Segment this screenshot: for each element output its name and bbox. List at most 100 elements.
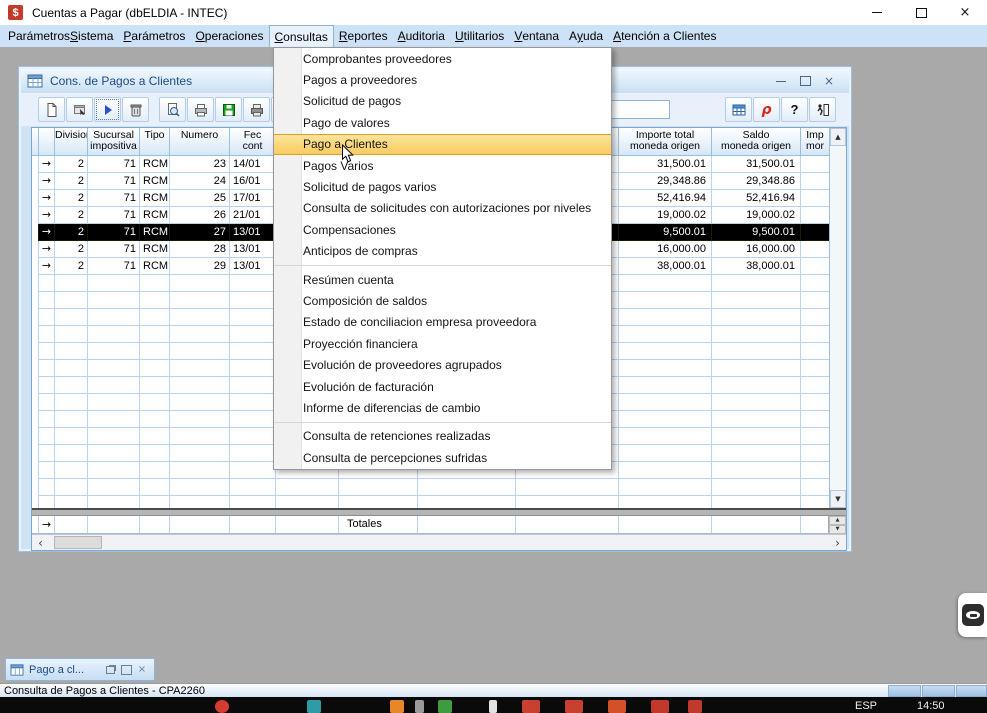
column-header-importe-total[interactable]: Importe total moneda origen xyxy=(619,128,712,155)
menu-item-resumen-cuenta[interactable]: Resúmen cuenta xyxy=(274,269,611,290)
grid-cell xyxy=(712,411,801,428)
scroll-left-icon[interactable]: ‹ xyxy=(32,535,49,550)
grid-empty-row[interactable] xyxy=(32,479,846,496)
menu-item-comprobantes-proveedores[interactable]: Comprobantes proveedores xyxy=(274,48,611,69)
taskbar-app-icon[interactable] xyxy=(489,700,497,713)
teamviewer-tab[interactable] xyxy=(958,593,987,637)
grid-empty-row[interactable] xyxy=(32,496,846,508)
horizontal-scroll-thumb[interactable] xyxy=(54,536,102,549)
taskbar-app-icon[interactable] xyxy=(307,700,321,713)
menu-parametros-sistema[interactable]: Parámetros Sistema xyxy=(3,25,118,47)
minimized-window[interactable]: Pago a cl... × xyxy=(5,658,155,681)
menu-item-pagos-varios[interactable]: Pagos Varios xyxy=(274,155,611,176)
column-header-tipo[interactable]: Tipo xyxy=(140,128,170,155)
menu-atencion-a-clientes[interactable]: Atención a Clientes xyxy=(608,25,721,47)
child-maximize-button[interactable] xyxy=(793,76,817,86)
column-header-division[interactable]: Division xyxy=(55,128,88,155)
save-button[interactable] xyxy=(215,97,242,122)
menu-item-consulta-de-solicitudes-con-autorizaciones-por-niveles[interactable]: Consulta de solicitudes con autorizacion… xyxy=(274,198,611,219)
menu-item-pago-a-clientes[interactable]: Pago a Clientes xyxy=(274,134,611,155)
modify-button[interactable] xyxy=(66,97,93,122)
menu-ayuda[interactable]: Ayuda xyxy=(564,25,608,47)
grid-cell xyxy=(619,360,712,377)
taskbar-app-icon[interactable] xyxy=(565,700,583,713)
menu-operaciones[interactable]: Operaciones xyxy=(190,25,268,47)
menu-item-solicitud-de-pagos[interactable]: Solicitud de pagos xyxy=(274,91,611,112)
help-button[interactable]: ? xyxy=(781,97,808,122)
minimized-close-button[interactable]: × xyxy=(134,662,150,678)
column-header-fecha[interactable]: Fec cont xyxy=(230,128,276,155)
menu-item-compensaciones[interactable]: Compensaciones xyxy=(274,219,611,240)
menu-item-solicitud-de-pagos-varios[interactable]: Solicitud de pagos varios xyxy=(274,176,611,197)
spinner-down-icon[interactable]: ▼ xyxy=(829,525,846,534)
taskbar-app-icon[interactable] xyxy=(688,700,702,713)
print-button[interactable] xyxy=(187,97,214,122)
grid-cell xyxy=(712,275,801,292)
menu-item-pago-de-valores[interactable]: Pago de valores xyxy=(274,112,611,133)
language-indicator[interactable]: ESP xyxy=(855,700,877,712)
column-header-marker[interactable] xyxy=(38,128,55,155)
spinner-up-icon[interactable]: ▲ xyxy=(829,516,846,525)
menu-item-evolucion-de-facturacion[interactable]: Evolución de facturación xyxy=(274,376,611,397)
taskbar-app-icon[interactable] xyxy=(651,700,669,713)
menu-item-pagos-a-proveedores[interactable]: Pagos a proveedores xyxy=(274,69,611,90)
grid-cell xyxy=(801,326,830,343)
menu-item-consulta-de-percepciones-sufridas[interactable]: Consulta de percepciones sufridas xyxy=(274,447,611,468)
menu-item-proyeccion-financiera[interactable]: Proyección financiera xyxy=(274,333,611,354)
menu-item-label: Informe de diferencias de cambio xyxy=(303,401,480,415)
rho-button[interactable]: ρ xyxy=(753,97,780,122)
menu-item-consulta-de-retenciones-realizadas[interactable]: Consulta de retenciones realizadas xyxy=(274,426,611,447)
totals-spinner[interactable]: ▲ ▼ xyxy=(828,516,846,533)
menu-item-evolucion-de-proveedores-agrupados[interactable]: Evolución de proveedores agrupados xyxy=(274,354,611,375)
taskbar-app-icon[interactable] xyxy=(390,700,404,713)
run-button[interactable] xyxy=(94,97,121,122)
grid-cell xyxy=(170,343,230,360)
print-alt-button[interactable] xyxy=(243,97,270,122)
menu-item-estado-de-conciliacion-empresa-proveedora[interactable]: Estado de conciliacion empresa proveedor… xyxy=(274,312,611,333)
taskbar-app-icon[interactable] xyxy=(415,700,424,713)
taskbar-app-icon[interactable] xyxy=(522,700,540,713)
menu-item-informe-de-diferencias-de-cambio[interactable]: Informe de diferencias de cambio xyxy=(274,397,611,418)
toolbar-input[interactable] xyxy=(610,100,670,119)
menu-ventana[interactable]: Ventana xyxy=(509,25,564,47)
taskbar-app-icon[interactable] xyxy=(215,700,229,713)
column-header-sucursal[interactable]: Sucursal impositiva xyxy=(88,128,140,155)
grid-horizontal-scrollbar[interactable]: ‹ › xyxy=(32,534,846,551)
menu-item-anticipos-de-compras[interactable]: Anticipos de compras xyxy=(274,241,611,262)
grid-cell: 71 xyxy=(88,224,140,241)
clock[interactable]: 14:50 xyxy=(917,700,945,712)
grid-cell xyxy=(619,309,712,326)
table-button[interactable] xyxy=(725,97,752,122)
menu-item-composicion-de-saldos[interactable]: Composición de saldos xyxy=(274,290,611,311)
child-close-button[interactable]: × xyxy=(817,74,841,88)
grid-cell xyxy=(712,428,801,445)
grid-vertical-scrollbar[interactable]: ▲ ▼ xyxy=(829,128,846,508)
menu-consultas[interactable]: Consultas xyxy=(269,25,334,47)
column-header-importe-2[interactable]: Imp mor xyxy=(801,128,830,155)
menu-reportes[interactable]: Reportes xyxy=(334,25,393,47)
scroll-right-icon[interactable]: › xyxy=(829,535,846,550)
totals-cell xyxy=(88,516,140,533)
preview-button[interactable] xyxy=(159,97,186,122)
grid-cell xyxy=(712,462,801,479)
column-header-numero[interactable]: Numero xyxy=(170,128,230,155)
scroll-up-icon[interactable]: ▲ xyxy=(830,128,846,146)
child-minimize-button[interactable] xyxy=(769,81,793,82)
grid-cell xyxy=(55,275,88,292)
new-button[interactable] xyxy=(38,97,65,122)
minimize-button[interactable] xyxy=(855,0,899,25)
restore-button[interactable] xyxy=(102,662,118,678)
column-header-saldo[interactable]: Saldo moneda origen xyxy=(712,128,801,155)
scroll-down-icon[interactable]: ▼ xyxy=(830,490,846,508)
minimized-maximize-button[interactable] xyxy=(118,662,134,678)
menu-auditoria[interactable]: Auditoria xyxy=(393,25,450,47)
grid-splitter[interactable] xyxy=(32,508,846,516)
delete-button[interactable] xyxy=(122,97,149,122)
menu-parametros[interactable]: Parámetros xyxy=(118,25,190,47)
exit-button[interactable] xyxy=(809,97,836,122)
taskbar-app-icon[interactable] xyxy=(608,700,626,713)
taskbar-app-icon[interactable] xyxy=(438,700,452,713)
maximize-button[interactable] xyxy=(899,0,943,25)
close-button[interactable]: × xyxy=(943,0,987,25)
menu-utilitarios[interactable]: Utilitarios xyxy=(450,25,509,47)
